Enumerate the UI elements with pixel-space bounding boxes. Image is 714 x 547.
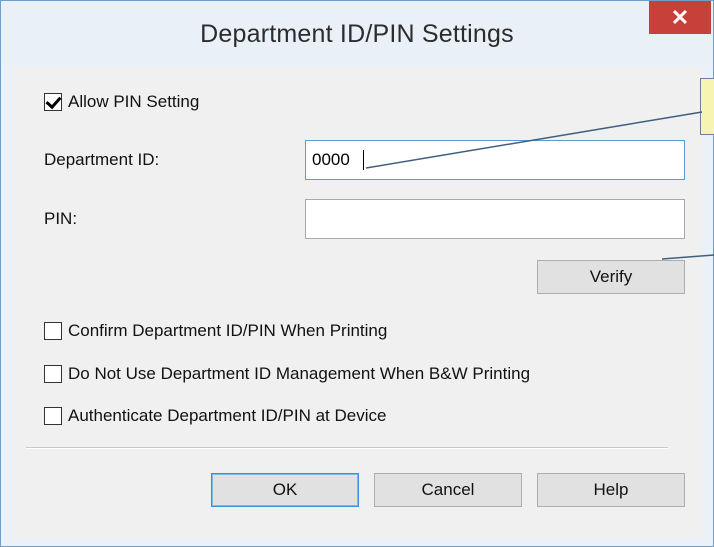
verify-button[interactable]: Verify [537,260,685,294]
option-label: Authenticate Department ID/PIN at Device [68,406,387,425]
pin-input[interactable] [305,199,685,239]
allow-pin-label: Allow PIN Setting [68,92,200,111]
option-label: Confirm Department ID/PIN When Printing [68,321,388,340]
checkbox-icon [44,407,62,425]
close-button[interactable]: ✕ [649,1,711,34]
checkbox-icon [44,322,62,340]
ok-button[interactable]: OK [211,473,359,507]
help-button[interactable]: Help [537,473,685,507]
pin-label: PIN: [44,209,78,228]
department-id-label: Department ID: [44,150,160,169]
allow-pin-checkbox[interactable]: Allow PIN Setting [44,90,199,114]
checkbox-checked-icon [44,93,62,111]
option-confirm-checkbox[interactable]: Confirm Department ID/PIN When Printing [44,319,387,343]
dialog-body [12,67,702,538]
checkbox-icon [44,365,62,383]
department-id-input[interactable] [305,140,685,180]
dialog-title: Department ID/PIN Settings [200,20,514,48]
option-authenticate-checkbox[interactable]: Authenticate Department ID/PIN at Device [44,404,386,428]
cancel-button[interactable]: Cancel [374,473,522,507]
separator [26,447,668,449]
dialog-window: Department ID/PIN Settings ✕ Allow PIN S… [0,0,714,547]
option-bw-checkbox[interactable]: Do Not Use Department ID Management When… [44,362,530,386]
callout-box [700,78,714,135]
title-bar[interactable]: Department ID/PIN Settings ✕ [1,1,713,65]
text-caret [363,150,364,170]
option-label: Do Not Use Department ID Management When… [68,364,531,383]
